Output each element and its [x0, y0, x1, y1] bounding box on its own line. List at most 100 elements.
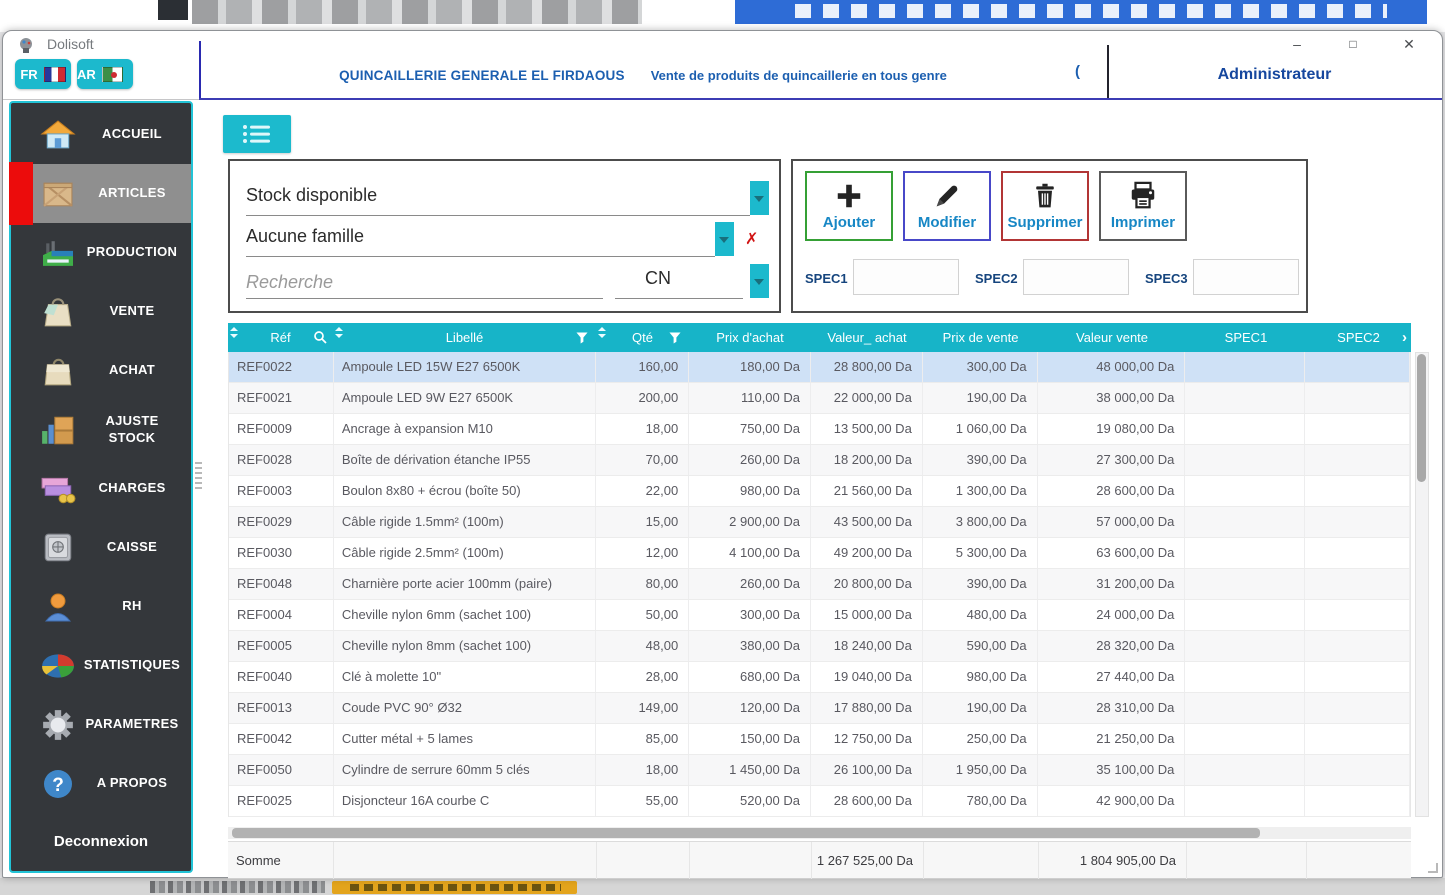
column-label: SPEC1 — [1224, 330, 1268, 345]
spec1-input[interactable] — [853, 259, 959, 295]
column-label: Prix d'achat — [716, 330, 784, 345]
search-mode-value[interactable]: CN — [645, 268, 671, 289]
maximize-button[interactable]: □ — [1336, 33, 1370, 55]
current-user: Administrateur — [1217, 66, 1332, 83]
column-header-spec1[interactable]: SPEC1 — [1186, 323, 1306, 352]
cell-valeur_achat: 20 800,00 Da — [811, 569, 923, 599]
edit-button-label: Modifier — [917, 214, 977, 231]
table-row[interactable]: REF0025 Disjoncteur 16A courbe C 55,00 520,… — [229, 786, 1410, 817]
column-header-valeur-vente[interactable]: Valeur vente — [1038, 323, 1186, 352]
sidebar-item-charges[interactable]: CHARGES — [11, 459, 191, 518]
column-header-ref[interactable]: Réf — [228, 323, 333, 352]
sidebar-item-statistiques[interactable]: STATISTIQUES — [11, 636, 191, 695]
add-button[interactable]: Ajouter — [805, 171, 893, 241]
spec2-input[interactable] — [1023, 259, 1129, 295]
clear-famille-icon[interactable]: ✗ — [745, 229, 758, 249]
cell-libelle: Cutter métal + 5 lames — [334, 724, 597, 754]
stock-filter-value[interactable]: Stock disponible — [246, 185, 377, 206]
table-row[interactable]: REF0005 Cheville nylon 8mm (sachet 100) 48… — [229, 631, 1410, 662]
sum-empty — [923, 841, 1038, 879]
background-banner-text — [192, 0, 642, 24]
table-row[interactable]: REF0030 Câble rigide 2.5mm² (100m) 12,00 4 … — [229, 538, 1410, 569]
language-fr-button[interactable]: FR — [15, 59, 71, 89]
column-header-valeur-achat[interactable]: Valeur_ achat — [811, 323, 923, 352]
cell-spec1 — [1185, 755, 1306, 785]
window-resize-grip[interactable] — [1428, 863, 1438, 873]
cell-prix_vente: 590,00 Da — [923, 631, 1038, 661]
close-button[interactable]: ✕ — [1392, 33, 1426, 55]
table-row[interactable]: REF0022 Ampoule LED 15W E27 6500K 160,00 18… — [229, 352, 1410, 383]
cell-spec1 — [1185, 476, 1306, 506]
cell-spec1 — [1185, 445, 1306, 475]
column-header-prix-achat[interactable]: Prix d'achat — [689, 323, 811, 352]
cell-prix_vente: 300,00 Da — [923, 352, 1038, 382]
cell-valeur_achat: 18 200,00 Da — [811, 445, 923, 475]
sidebar-item-parametres[interactable]: PARAMETRES — [11, 695, 191, 754]
title-bar[interactable]: Dolisoft – □ ✕ — [3, 31, 1442, 57]
table-row[interactable]: REF0021 Ampoule LED 9W E27 6500K 200,00 110… — [229, 383, 1410, 414]
horizontal-scrollbar[interactable] — [228, 827, 1411, 839]
table-row[interactable]: REF0009 Ancrage à expansion M10 18,00 750,0… — [229, 414, 1410, 445]
table-row[interactable]: REF0050 Cylindre de serrure 60mm 5 clés 18… — [229, 755, 1410, 786]
delete-button-label: Supprimer — [1007, 214, 1083, 231]
cell-qte: 80,00 — [596, 569, 690, 599]
search-input[interactable] — [246, 267, 603, 297]
edit-button[interactable]: Modifier — [903, 171, 991, 241]
spec3-input[interactable] — [1193, 259, 1299, 295]
delete-button[interactable]: Supprimer — [1001, 171, 1089, 241]
sidebar-item-accueil[interactable]: ACCUEIL — [11, 105, 191, 164]
sidebar-item-deconnexion[interactable]: Deconnexion — [11, 813, 191, 869]
table-row[interactable]: REF0048 Charnière porte acier 100mm (pair… — [229, 569, 1410, 600]
cell-prix_achat: 120,00 Da — [689, 693, 811, 723]
column-header-prix-vente[interactable]: Prix de vente — [923, 323, 1038, 352]
sidebar-item-ajuste-stock[interactable]: AJUSTE STOCK — [11, 400, 191, 459]
column-header-spec2[interactable]: SPEC2 › — [1306, 323, 1411, 352]
sidebar-item-vente[interactable]: VENTE — [11, 282, 191, 341]
sidebar-resize-grip[interactable] — [195, 459, 202, 489]
cell-prix_achat: 150,00 Da — [689, 724, 811, 754]
cell-valeur_achat: 28 600,00 Da — [811, 786, 923, 816]
search-mode-dropdown-arrow[interactable] — [750, 264, 769, 298]
famille-dropdown-arrow[interactable] — [715, 222, 734, 256]
sidebar-label: AJUSTE STOCK — [105, 413, 159, 445]
cell-valeur_achat: 15 000,00 Da — [811, 600, 923, 630]
language-ar-button[interactable]: AR — [77, 59, 133, 89]
cell-spec2 — [1305, 631, 1410, 661]
pie-chart-icon — [33, 651, 83, 681]
sidebar-item-achat[interactable]: ACHAT — [11, 341, 191, 400]
horizontal-scrollbar-thumb[interactable] — [232, 828, 1260, 838]
cell-libelle: Coude PVC 90° Ø32 — [334, 693, 597, 723]
vertical-scrollbar-thumb[interactable] — [1416, 354, 1426, 482]
stock-dropdown-arrow[interactable] — [750, 181, 769, 215]
cell-ref: REF0042 — [229, 724, 334, 754]
table-row[interactable]: REF0028 Boîte de dérivation étanche IP55 7… — [229, 445, 1410, 476]
cell-qte: 200,00 — [596, 383, 690, 413]
table-row[interactable]: REF0004 Cheville nylon 6mm (sachet 100) 50… — [229, 600, 1410, 631]
column-header-qte[interactable]: Qté — [596, 323, 689, 352]
table-row[interactable]: REF0003 Boulon 8x80 + écrou (boîte 50) 22,… — [229, 476, 1410, 507]
cell-libelle: Clé à molette 10" — [334, 662, 597, 692]
sort-arrows-icon — [335, 327, 343, 338]
scroll-right-icon[interactable]: › — [1402, 329, 1407, 346]
table-row[interactable]: REF0013 Coude PVC 90° Ø32 149,00 120,00 Da 1… — [229, 693, 1410, 724]
table-row[interactable]: REF0029 Câble rigide 1.5mm² (100m) 15,00 2 … — [229, 507, 1410, 538]
table-row[interactable]: REF0040 Clé à molette 10" 28,00 680,00 Da 19… — [229, 662, 1410, 693]
list-view-tab[interactable] — [223, 115, 291, 153]
table-body: REF0022 Ampoule LED 15W E27 6500K 160,00 18… — [228, 352, 1411, 817]
cell-qte: 55,00 — [596, 786, 690, 816]
sidebar-item-a-propos[interactable]: ? A PROPOS — [11, 754, 191, 813]
table-row[interactable]: REF0042 Cutter métal + 5 lames 85,00 150,00… — [229, 724, 1410, 755]
cell-spec2 — [1305, 538, 1410, 568]
famille-filter-value[interactable]: Aucune famille — [246, 226, 364, 247]
print-button[interactable]: Imprimer — [1099, 171, 1187, 241]
column-header-libelle[interactable]: Libellé — [333, 323, 596, 352]
sidebar-item-articles[interactable]: ARTICLES — [9, 162, 191, 225]
famille-filter-underline — [246, 256, 715, 257]
cell-spec2 — [1305, 414, 1410, 444]
sidebar-item-caisse[interactable]: CAISSE — [11, 518, 191, 577]
sidebar-item-rh[interactable]: RH — [11, 577, 191, 636]
minimize-button[interactable]: – — [1280, 33, 1314, 55]
cell-valeur_vente: 19 080,00 Da — [1038, 414, 1186, 444]
svg-text:?: ? — [52, 775, 64, 796]
sidebar-item-production[interactable]: PRODUCTION — [11, 223, 191, 282]
